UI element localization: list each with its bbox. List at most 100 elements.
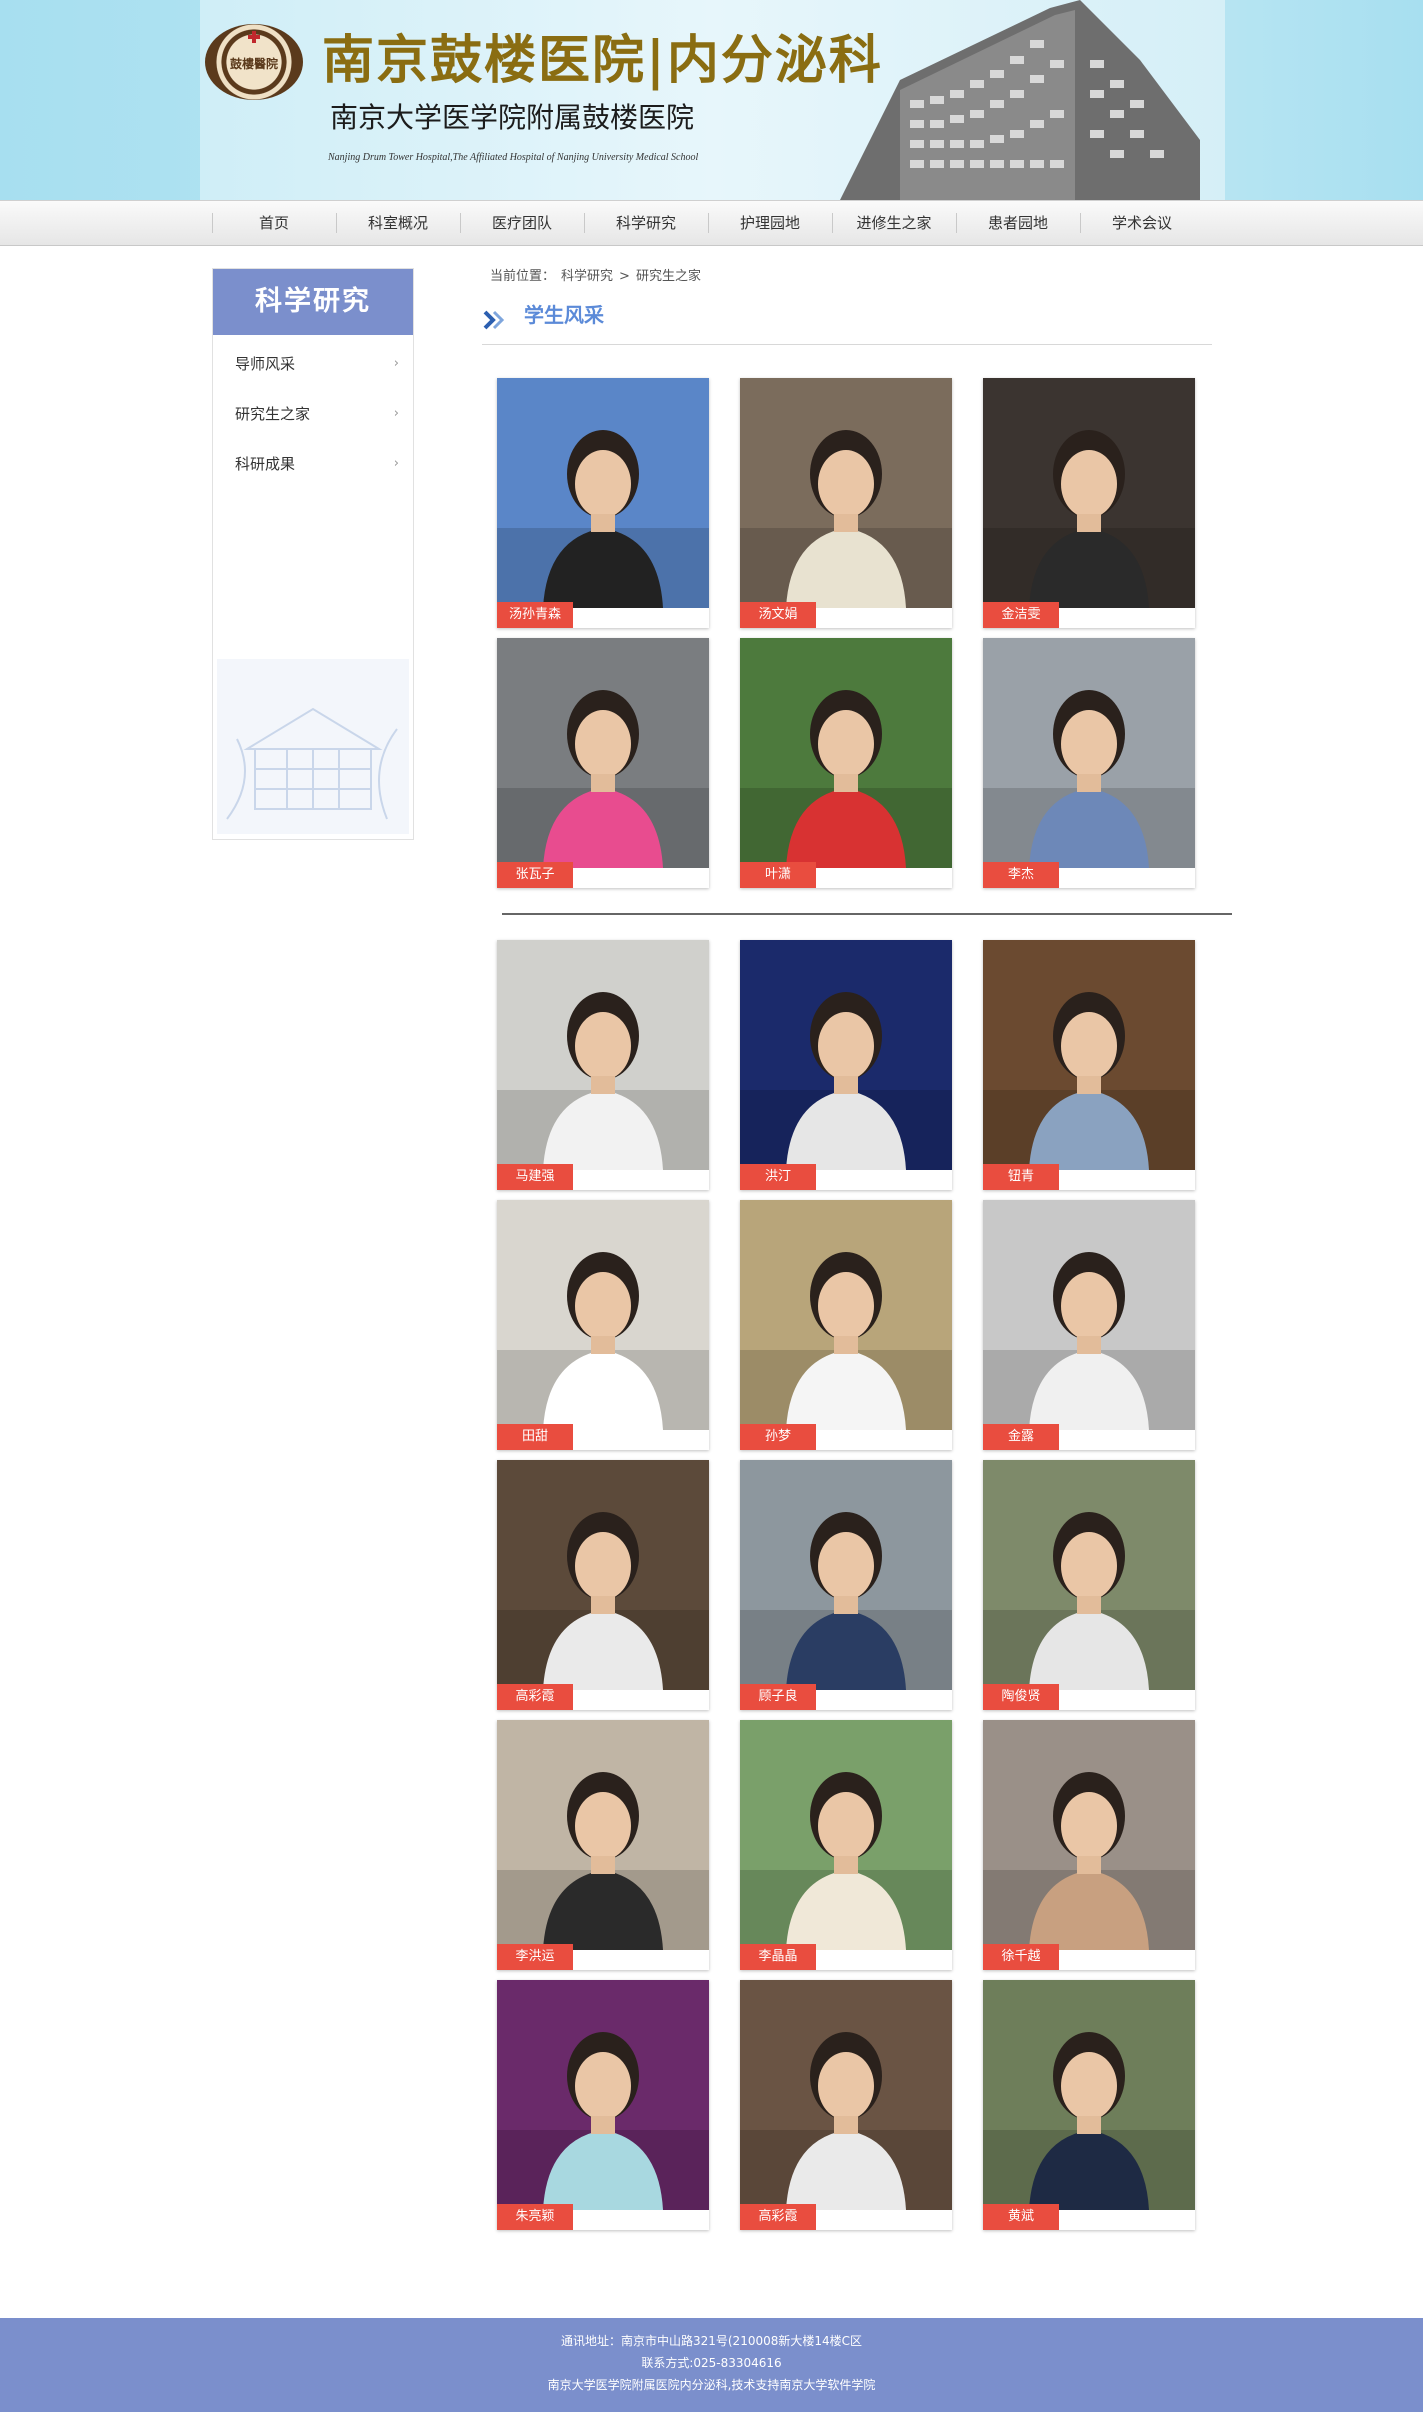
- student-name-label[interactable]: 金露: [983, 1424, 1059, 1450]
- student-name-label[interactable]: 田甜: [497, 1424, 573, 1450]
- breadcrumb-separator: >: [619, 269, 630, 284]
- student-name-label[interactable]: 李杰: [983, 862, 1059, 888]
- student-name-label[interactable]: 马建强: [497, 1164, 573, 1190]
- student-photo: [497, 1200, 709, 1430]
- student-name-label[interactable]: 汤孙青森: [497, 602, 573, 628]
- double-chevron-icon: [483, 310, 505, 330]
- student-card[interactable]: 叶潇: [740, 638, 952, 888]
- student-card[interactable]: 金露: [983, 1200, 1195, 1450]
- sidebar-item-research-results[interactable]: 科研成果 ›: [213, 439, 413, 489]
- sidebar-item-label: 导师风采: [235, 355, 296, 373]
- breadcrumb: 当前位置： 科学研究 > 研究生之家: [490, 267, 707, 287]
- footer-contact: 联系方式:025-83304616: [641, 2356, 782, 2370]
- breadcrumb-link-research[interactable]: 科学研究: [561, 269, 613, 284]
- sidebar-building-watermark: [217, 659, 409, 834]
- student-name-label[interactable]: 汤文娟: [740, 602, 816, 628]
- nav-list: 首页 科室概况 医疗团队 科学研究 护理园地 进修生之家 患者园地 学术会议: [212, 201, 1204, 245]
- nav-item-medical-team[interactable]: 医疗团队: [460, 201, 584, 245]
- student-photo: [740, 1460, 952, 1690]
- student-card[interactable]: 马建强: [497, 940, 709, 1190]
- student-photo: [983, 638, 1195, 868]
- chevron-right-icon: ›: [393, 356, 399, 371]
- nav-item-trainees[interactable]: 进修生之家: [832, 201, 956, 245]
- sidebar-item-label: 研究生之家: [235, 405, 311, 423]
- student-photo: [983, 378, 1195, 608]
- student-card[interactable]: 朱亮颖: [497, 1980, 709, 2230]
- student-name-label[interactable]: 徐千越: [983, 1944, 1059, 1970]
- student-card[interactable]: 汤孙青森: [497, 378, 709, 628]
- student-card[interactable]: 张瓦子: [497, 638, 709, 888]
- student-name-label[interactable]: 高彩霞: [740, 2204, 816, 2230]
- student-name-label[interactable]: 孙梦: [740, 1424, 816, 1450]
- student-card[interactable]: 高彩霞: [497, 1460, 709, 1710]
- student-card[interactable]: 汤文娟: [740, 378, 952, 628]
- nav-item-home[interactable]: 首页: [212, 201, 336, 245]
- student-photo: [497, 940, 709, 1170]
- student-photo: [983, 1980, 1195, 2210]
- student-name-label[interactable]: 朱亮颖: [497, 2204, 573, 2230]
- nav-item-nursing[interactable]: 护理园地: [708, 201, 832, 245]
- student-card[interactable]: 陶俊贤: [983, 1460, 1195, 1710]
- student-name-label[interactable]: 李洪运: [497, 1944, 573, 1970]
- student-card[interactable]: 洪汀: [740, 940, 952, 1190]
- building-illustration: [840, 0, 1200, 200]
- student-photo: [983, 1720, 1195, 1950]
- student-photo: [983, 1460, 1195, 1690]
- chevron-right-icon: ›: [393, 456, 399, 471]
- student-card[interactable]: 田甜: [497, 1200, 709, 1450]
- student-card[interactable]: 黄斌: [983, 1980, 1195, 2230]
- student-name-label[interactable]: 高彩霞: [497, 1684, 573, 1710]
- student-card[interactable]: 金洁雯: [983, 378, 1195, 628]
- sidebar-title: 科学研究: [213, 269, 413, 335]
- chevron-right-icon: ›: [393, 406, 399, 421]
- nav-item-conferences[interactable]: 学术会议: [1080, 201, 1204, 245]
- student-photo: [740, 1980, 952, 2210]
- student-name-label[interactable]: 洪汀: [740, 1164, 816, 1190]
- student-name-label[interactable]: 顾子良: [740, 1684, 816, 1710]
- student-name-label[interactable]: 金洁雯: [983, 602, 1059, 628]
- section-header: 学生风采: [482, 298, 1212, 345]
- site-title: 南京鼓楼医院|内分泌科: [322, 30, 883, 91]
- gallery-divider: [502, 913, 1232, 915]
- student-name-label[interactable]: 陶俊贤: [983, 1684, 1059, 1710]
- hospital-logo[interactable]: 鼓樓醫院: [205, 24, 303, 100]
- student-photo: [497, 638, 709, 868]
- student-name-label[interactable]: 李晶晶: [740, 1944, 816, 1970]
- student-name-label[interactable]: 叶潇: [740, 862, 816, 888]
- main-nav: 首页 科室概况 医疗团队 科学研究 护理园地 进修生之家 患者园地 学术会议: [0, 200, 1423, 246]
- footer: 通讯地址：南京市中山路321号(210008新大楼14楼C区 联系方式:025-…: [0, 2318, 1423, 2412]
- nav-item-department-overview[interactable]: 科室概况: [336, 201, 460, 245]
- student-photo: [740, 378, 952, 608]
- student-photo: [497, 1720, 709, 1950]
- student-photo: [740, 1720, 952, 1950]
- student-card[interactable]: 李杰: [983, 638, 1195, 888]
- student-photo: [497, 1460, 709, 1690]
- student-card[interactable]: 孙梦: [740, 1200, 952, 1450]
- student-photo: [983, 940, 1195, 1170]
- student-photo: [497, 378, 709, 608]
- sidebar-item-graduate-home[interactable]: 研究生之家 ›: [213, 389, 413, 439]
- student-name-label[interactable]: 张瓦子: [497, 862, 573, 888]
- student-card[interactable]: 徐千越: [983, 1720, 1195, 1970]
- student-card[interactable]: 钮青: [983, 940, 1195, 1190]
- student-card[interactable]: 高彩霞: [740, 1980, 952, 2230]
- student-name-label[interactable]: 黄斌: [983, 2204, 1059, 2230]
- student-photo: [740, 638, 952, 868]
- student-name-label[interactable]: 钮青: [983, 1164, 1059, 1190]
- nav-item-research[interactable]: 科学研究: [584, 201, 708, 245]
- breadcrumb-current[interactable]: 研究生之家: [636, 269, 701, 284]
- sidebar: 科学研究 导师风采 › 研究生之家 › 科研成果 ›: [212, 268, 414, 840]
- student-photo: [983, 1200, 1195, 1430]
- student-photo: [497, 1980, 709, 2210]
- student-photo: [740, 940, 952, 1170]
- footer-address: 通讯地址：南京市中山路321号(210008新大楼14楼C区: [560, 2334, 863, 2348]
- student-card[interactable]: 顾子良: [740, 1460, 952, 1710]
- sidebar-item-label: 科研成果: [235, 455, 296, 473]
- nav-item-patients[interactable]: 患者园地: [956, 201, 1080, 245]
- student-card[interactable]: 李洪运: [497, 1720, 709, 1970]
- red-cross-icon: [248, 31, 260, 43]
- section-title: 学生风采: [524, 303, 604, 327]
- sidebar-item-mentors[interactable]: 导师风采 ›: [213, 339, 413, 389]
- site-english-name: Nanjing Drum Tower Hospital,The Affiliat…: [328, 152, 699, 163]
- student-card[interactable]: 李晶晶: [740, 1720, 952, 1970]
